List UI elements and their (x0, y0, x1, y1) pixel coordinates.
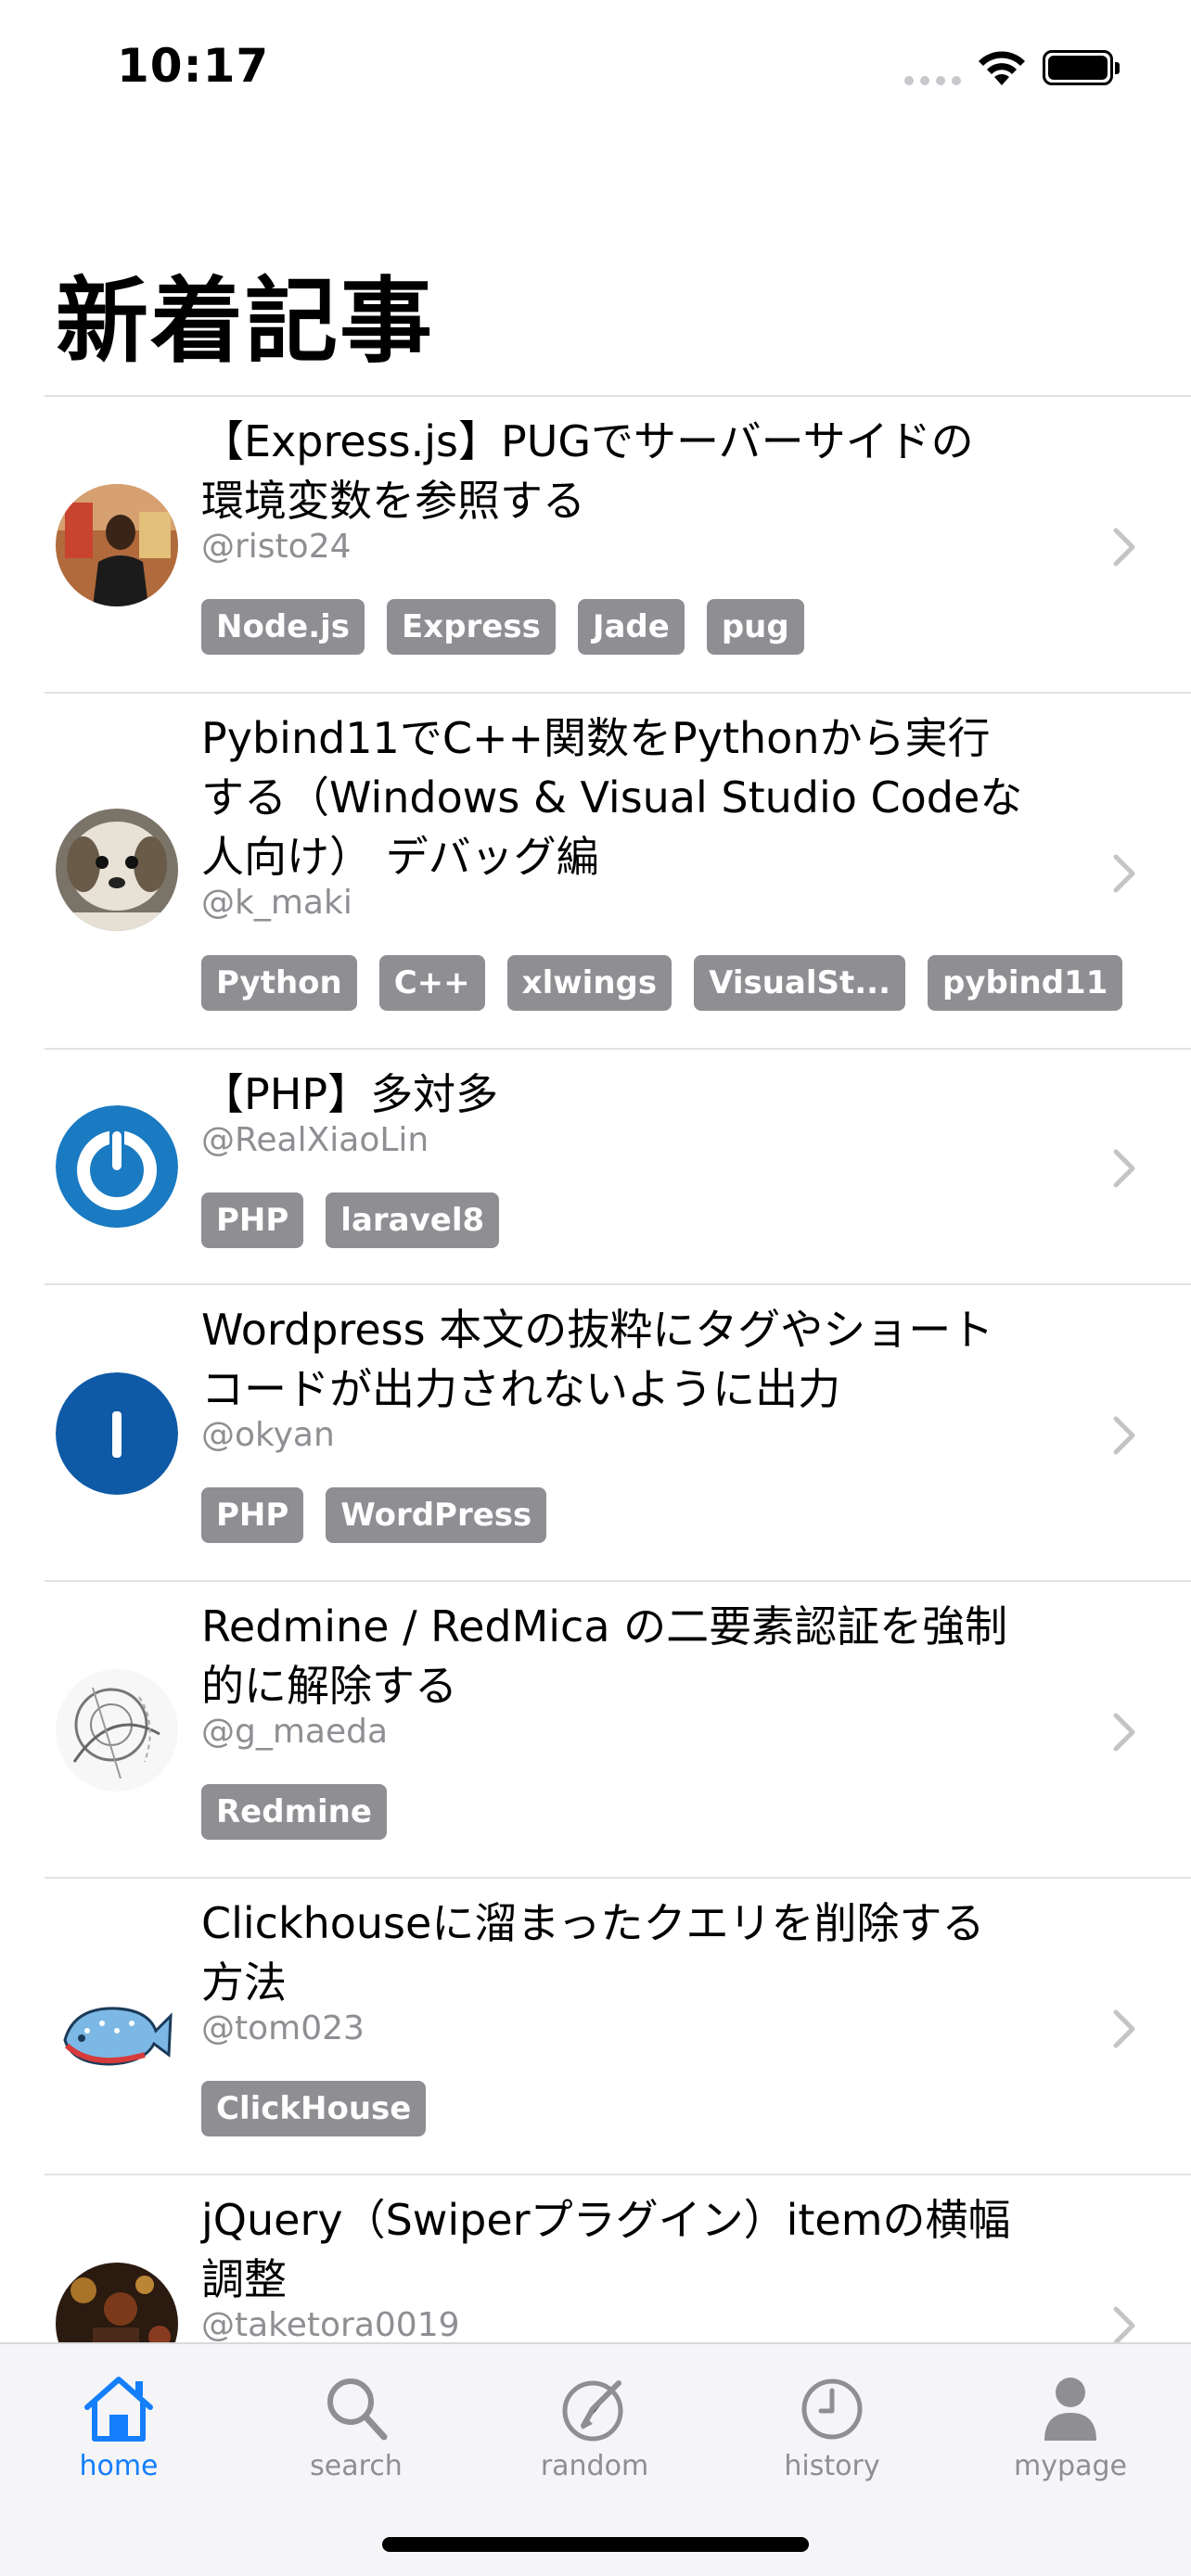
article-row[interactable]: Clickhouseに溜まったクエリを削除する 方法 @tom023 Click… (45, 1877, 1191, 2174)
tab-home[interactable]: home (26, 2372, 211, 2485)
tab-label: search (310, 2450, 403, 2482)
compass-pencil-icon (562, 2380, 623, 2442)
author-avatar (56, 1669, 178, 1792)
home-indicator (382, 2537, 809, 2552)
article-author: @tom023 (201, 2009, 365, 2047)
tag-badge: laravel8 (326, 1192, 500, 1248)
status-time: 10:17 (117, 39, 270, 93)
tag-list: PHP WordPress (201, 1487, 1129, 1543)
tab-history[interactable]: history (739, 2372, 925, 2485)
article-row[interactable]: 【PHP】多対多 @RealXiaoLin PHP laravel8 (45, 1048, 1191, 1283)
tag-list: Redmine (201, 1784, 1129, 1840)
tag-badge: WordPress (326, 1487, 547, 1543)
tag-badge: pug (706, 599, 804, 655)
author-avatar (56, 1105, 178, 1228)
chevron-right-icon (1113, 1713, 1135, 1752)
article-author: @taketora0019 (201, 2306, 460, 2344)
tag-badge: Jade (577, 599, 685, 655)
tag-badge: pybind11 (928, 955, 1123, 1011)
article-title: jQuery（Swiperプラグイン）itemの横幅 調整 (201, 2195, 1011, 2304)
article-row[interactable]: 【Express.js】PUGでサーバーサイドの 環境変数を参照する @rist… (45, 395, 1191, 692)
article-row[interactable]: Pybind11でC++関数をPythonから実行 する（Windows & V… (45, 692, 1191, 1048)
article-author: @k_maki (201, 884, 352, 922)
tag-badge: Python (201, 955, 357, 1011)
tag-badge: xlwings (506, 955, 672, 1011)
tag-badge: Node.js (201, 599, 365, 655)
chevron-right-icon (1113, 2306, 1135, 2345)
article-title: 【PHP】多対多 (201, 1069, 499, 1119)
clock-icon (801, 2378, 863, 2440)
tab-random[interactable]: random (502, 2372, 687, 2485)
tab-label: home (79, 2450, 159, 2482)
tag-badge: PHP (201, 1192, 304, 1248)
tab-search[interactable]: search (263, 2372, 449, 2485)
house-icon (84, 2377, 153, 2442)
chevron-right-icon (1113, 1149, 1135, 1188)
article-title: Pybind11でC++関数をPythonから実行 する（Windows & V… (201, 713, 1023, 882)
wifi-icon (979, 51, 1025, 85)
tab-label: history (784, 2450, 880, 2482)
screen: 10:17 新着記事 【Express.js】PUGでサーバーサイドの 環境変数… (0, 0, 1191, 2576)
article-author: @RealXiaoLin (201, 1121, 429, 1159)
chevron-right-icon (1113, 2009, 1135, 2048)
author-avatar (56, 1966, 178, 2088)
article-row[interactable]: Wordpress 本文の抜粋にタグやショート コードが出力されないように出力 … (45, 1283, 1191, 1580)
author-avatar (56, 1372, 178, 1495)
tab-label: random (540, 2450, 649, 2482)
page-title: 新着記事 (56, 267, 434, 376)
battery-icon (1043, 50, 1121, 85)
tab-mypage[interactable]: mypage (978, 2372, 1163, 2485)
tag-list: PHP laravel8 (201, 1192, 1129, 1248)
status-bar: 10:17 (0, 0, 1191, 130)
article-title: 【Express.js】PUGでサーバーサイドの 環境変数を参照する (201, 416, 974, 526)
chevron-right-icon (1113, 528, 1135, 567)
tag-badge: PHP (201, 1487, 304, 1543)
tag-badge: Redmine (201, 1784, 387, 1840)
article-row[interactable]: Redmine / RedMica の二要素認証を強制 的に解除する @g_ma… (45, 1580, 1191, 1877)
article-list[interactable]: 【Express.js】PUGでサーバーサイドの 環境変数を参照する @rist… (45, 395, 1191, 2470)
cellular-signal-icon (904, 76, 962, 85)
tag-badge: C++ (378, 955, 485, 1011)
article-title: Wordpress 本文の抜粋にタグやショート コードが出力されないように出力 (201, 1305, 994, 1414)
article-title: Redmine / RedMica の二要素認証を強制 的に解除する (201, 1601, 1008, 1711)
article-author: @risto24 (201, 528, 352, 566)
article-author: @okyan (201, 1416, 335, 1454)
article-title: Clickhouseに溜まったクエリを削除する 方法 (201, 1898, 985, 2008)
tag-badge: ClickHouse (201, 2081, 427, 2136)
tag-list: Python C++ xlwings VisualSt... pybind11 (201, 955, 1129, 1011)
tag-list: Node.js Express Jade pug (201, 599, 1129, 655)
tag-list: ClickHouse (201, 2081, 1129, 2136)
tab-label: mypage (1014, 2450, 1127, 2482)
tag-badge: VisualSt... (694, 955, 906, 1011)
chevron-right-icon (1113, 854, 1135, 893)
person-icon (1044, 2378, 1096, 2441)
chevron-right-icon (1113, 1416, 1135, 1455)
article-author: @g_maeda (201, 1713, 389, 1751)
magnifier-icon (327, 2378, 388, 2441)
author-avatar (56, 809, 178, 931)
author-avatar (56, 484, 178, 606)
tag-badge: Express (387, 599, 556, 655)
